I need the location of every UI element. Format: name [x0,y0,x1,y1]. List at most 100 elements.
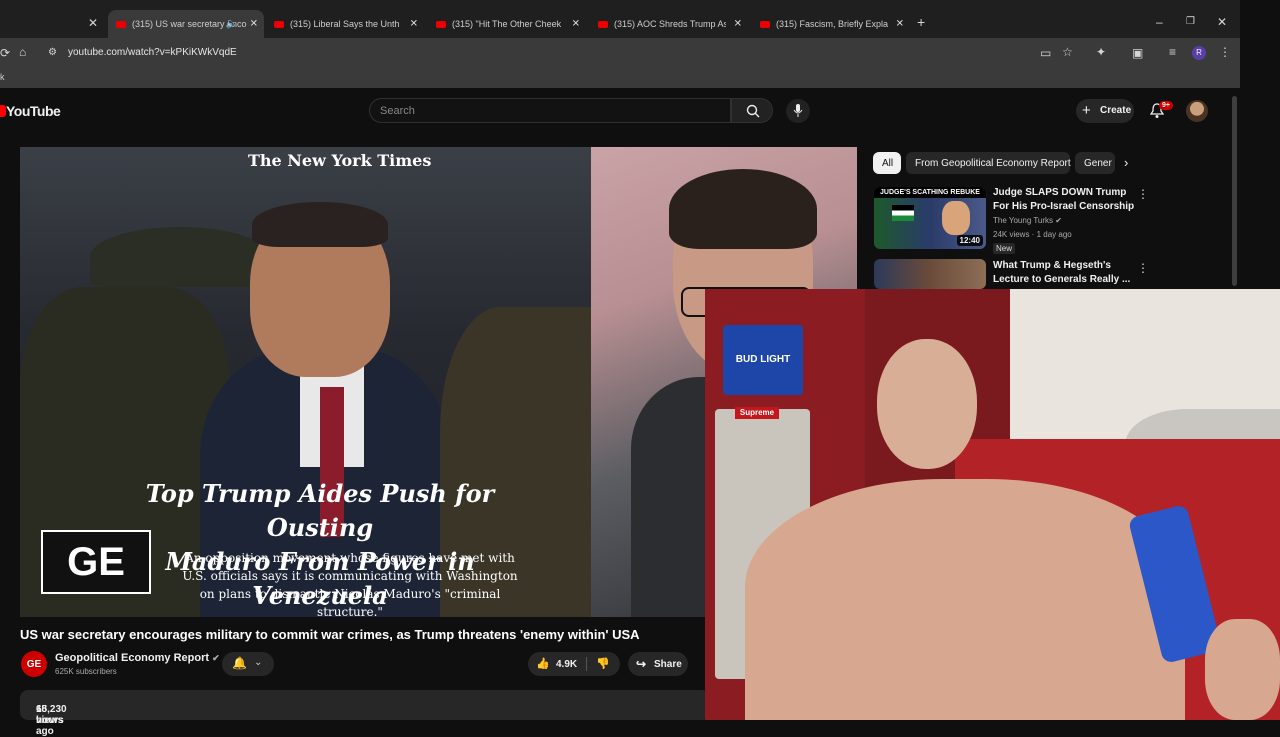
presenter-hair [669,169,817,249]
video-frame-thumbnail: The New York Times Top Trump Aides Push … [20,147,591,617]
youtube-logo-text: YouTube [6,103,61,119]
youtube-favicon-icon [274,20,284,28]
more-options-icon[interactable]: ⋮ [1137,261,1149,275]
view-stats: 65,230 views 18 hours ago [28,697,67,737]
subscriber-count: 625K subscribers [55,667,117,676]
youtube-logo[interactable]: YouTube [0,103,61,119]
recommendation-title[interactable]: Judge SLAPS DOWN Trump For His Pro-Israe… [993,186,1143,214]
search-placeholder: Search [380,105,415,117]
restore-icon[interactable]: ❐ [1186,15,1195,29]
chevron-right-icon[interactable]: › [1124,155,1128,170]
channel-name[interactable]: Geopolitical Economy Report ✔ [55,652,220,664]
channel-name-text: Geopolitical Economy Report [55,652,210,664]
hand [1205,619,1280,720]
close-icon[interactable]: ✕ [88,16,98,30]
recommendation-thumbnail[interactable]: JUDGE'S SCATHING REBUKE 12:40 [874,187,986,249]
search-input[interactable]: Search [369,98,731,123]
chip-all[interactable]: All [873,152,901,174]
like-count: 4.9K [556,659,578,670]
extensions-icon[interactable]: ✦ [1096,45,1106,59]
reload-icon[interactable]: ⟳ [0,46,10,60]
account-avatar[interactable] [1186,100,1208,122]
description-box[interactable]: 65,230 views 18 hours ago [20,690,710,737]
tab[interactable]: (315) AOC Shreds Trump As Go ✕ [590,12,748,36]
new-badge: New [993,243,1016,254]
thumbs-down-icon: 👎 [596,658,610,670]
tab-label: (315) AOC Shreds Trump As Go [614,19,726,29]
verified-icon: ✔ [1055,216,1062,225]
sticker: Supreme [735,407,779,419]
tab[interactable]: (315) Fascism, Briefly Explained ✕ [752,12,910,36]
tab-label: (315) Liberal Says the Unthinkab [290,19,400,29]
tab-close-icon[interactable]: ✕ [410,19,418,30]
chip-general[interactable]: Gener [1075,152,1115,174]
browser-toolbar: ⟳ ⌂ ⚙ youtube.com/watch?v=kPKiKWkVqdE ▭ … [0,38,1240,68]
tab-close-icon[interactable]: ✕ [734,19,742,30]
tab-close-icon[interactable]: ✕ [250,19,258,30]
tab-active[interactable]: (315) US war secretary enco 🔈 ✕ [108,10,264,38]
thumbs-up-icon: 👍 [536,658,550,670]
divider [586,657,587,671]
verified-icon: ✔ [212,653,220,663]
bookmarks-bar: k [0,68,1240,88]
bell-icon: 🔔 [232,656,247,670]
url-bar[interactable]: youtube.com/watch?v=kPKiKWkVqdE [68,47,237,58]
headline-line: Top Trump Aides Push for Ousting [145,479,495,542]
speaker-icon[interactable]: 🔈 [226,19,238,30]
head [877,339,977,469]
search-icon [746,104,760,118]
like-button[interactable]: 👍 4.9K [528,652,586,676]
webcam-overlay: BUD LIGHT Supreme [705,289,1280,720]
recommendation-title[interactable]: What Trump & Hegseth's Lecture to Genera… [993,259,1143,287]
bookmark-star-icon[interactable]: ☆ [1062,45,1073,59]
search-button[interactable] [731,98,773,123]
hair [252,202,388,247]
chip-from-channel[interactable]: From Geopolitical Economy Report [906,152,1071,174]
recommendation-channel[interactable]: The Young Turks ✔ [993,216,1062,225]
plus-icon: + [1082,102,1091,119]
browser-menu-icon[interactable]: ⋮ [1219,45,1231,59]
picture-in-picture-icon[interactable]: ▣ [1132,46,1143,60]
tab-close-icon[interactable]: ✕ [896,19,904,30]
profile-avatar[interactable]: R [1192,46,1206,60]
notification-badge: 9+ [1159,101,1173,110]
voice-search-button[interactable] [786,99,810,123]
tab[interactable]: (315) "Hit The Other Cheek - I C ✕ [428,12,586,36]
home-icon[interactable]: ⌂ [19,45,26,59]
scrollbar-thumb[interactable] [1232,96,1237,286]
youtube-favicon-icon [598,20,608,28]
youtube-favicon-icon [436,20,446,28]
create-button[interactable]: + Create [1076,99,1134,123]
bookmark-item[interactable]: k [0,72,5,82]
dislike-button[interactable]: 👎 [588,652,620,676]
channel-text: The Young Turks [993,216,1054,225]
thumbnail-subhead: An opposition movement whose figures hav… [182,551,518,617]
tab[interactable]: (315) Liberal Says the Unthinkab ✕ [266,12,424,36]
posted-time: 18 hours ago [36,704,64,737]
share-button[interactable]: ↪ Share [628,652,688,676]
video-title: US war secretary encourages military to … [20,627,640,642]
recommendation-thumbnail[interactable] [874,259,986,289]
nyt-logo: The New York Times [248,151,432,170]
site-info-icon[interactable]: ⚙ [48,46,57,60]
channel-avatar[interactable]: GE [21,651,47,677]
more-options-icon[interactable]: ⋮ [1137,187,1149,201]
window-close-icon[interactable]: ✕ [1217,15,1227,29]
new-tab-button[interactable]: + [917,15,925,29]
watermark-text: GE [67,539,125,584]
reading-list-icon[interactable]: ≡ [1169,45,1176,59]
youtube-favicon-icon [116,20,126,28]
duration-badge: 12:40 [956,235,983,246]
tab-close-icon[interactable]: ✕ [572,19,580,30]
subscription-bell-button[interactable]: 🔔 ⌄ [222,652,274,676]
officer-cap [90,227,270,287]
minimize-icon[interactable]: – [1156,15,1163,29]
install-app-icon[interactable]: ▭ [1040,46,1051,60]
recommendation-meta: 24K views · 1 day ago [993,230,1072,239]
share-label: Share [654,659,682,670]
flag-image [892,205,914,221]
tab-label: (315) Fascism, Briefly Explained [776,19,888,29]
person-image [942,201,970,235]
thumbnail-caption: JUDGE'S SCATHING REBUKE [874,187,986,198]
beer-box: BUD LIGHT [723,325,803,395]
